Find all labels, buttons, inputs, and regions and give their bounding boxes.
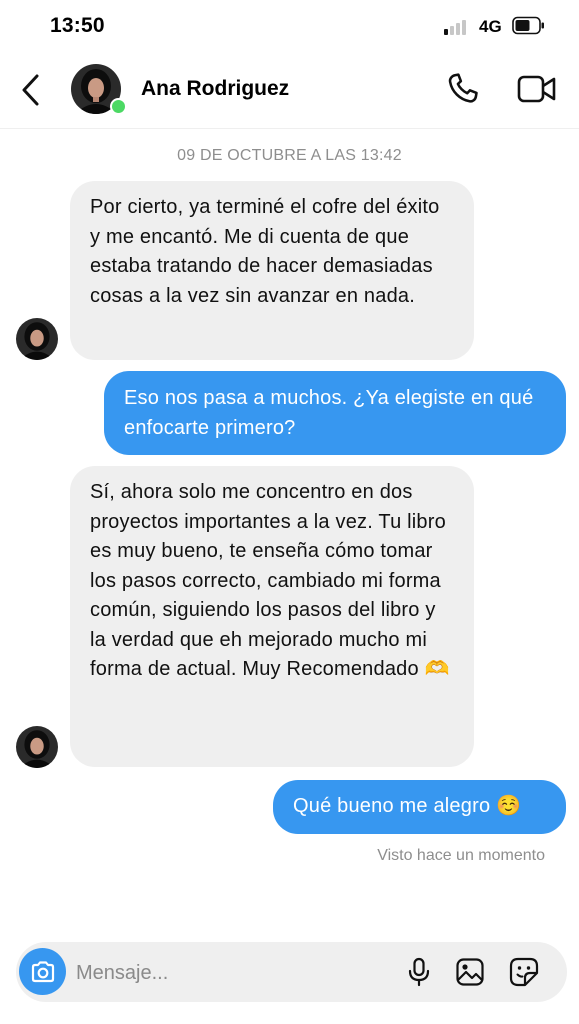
audio-call-button[interactable]	[442, 68, 484, 110]
voice-message-button[interactable]	[401, 954, 437, 990]
camera-button[interactable]	[19, 948, 66, 995]
network-type: 4G	[479, 17, 502, 36]
message-composer	[16, 942, 567, 1002]
phone-icon	[448, 73, 478, 103]
message-input[interactable]	[74, 952, 378, 994]
sticker-button[interactable]	[506, 954, 542, 990]
image-icon	[456, 958, 484, 986]
sender-avatar	[16, 726, 58, 768]
sticker-icon	[509, 957, 539, 987]
seen-status: Visto hace un momento	[377, 847, 545, 864]
message-incoming[interactable]: Por cierto, ya terminé el cofre del éxit…	[70, 181, 474, 360]
video-call-button[interactable]	[514, 68, 560, 110]
microphone-icon	[408, 957, 430, 987]
contact-name[interactable]: Ana Rodriguez	[141, 77, 289, 101]
message-thread[interactable]: 09 DE OCTUBRE A LAS 13:42 Por cierto, ya…	[0, 128, 579, 938]
message-incoming[interactable]: Sí, ahora solo me concentro en dos proye…	[70, 466, 474, 767]
status-bar: 13:50 4G	[0, 0, 579, 56]
sender-avatar	[16, 318, 58, 360]
message-outgoing[interactable]: Eso nos pasa a muchos. ¿Ya elegiste en q…	[104, 371, 566, 455]
message-outgoing[interactable]: Qué bueno me alegro ☺️	[273, 780, 566, 834]
gallery-button[interactable]	[452, 954, 488, 990]
battery-icon	[512, 16, 544, 35]
status-time: 13:50	[50, 14, 105, 37]
online-status-dot	[110, 98, 127, 115]
back-button[interactable]	[14, 70, 48, 110]
date-separator: 09 DE OCTUBRE A LAS 13:42	[177, 147, 402, 164]
signal-icon	[444, 19, 472, 35]
chat-header: Ana Rodriguez	[0, 56, 579, 129]
camera-icon	[31, 960, 54, 982]
video-camera-icon	[517, 75, 556, 103]
back-chevron-icon	[22, 74, 39, 106]
